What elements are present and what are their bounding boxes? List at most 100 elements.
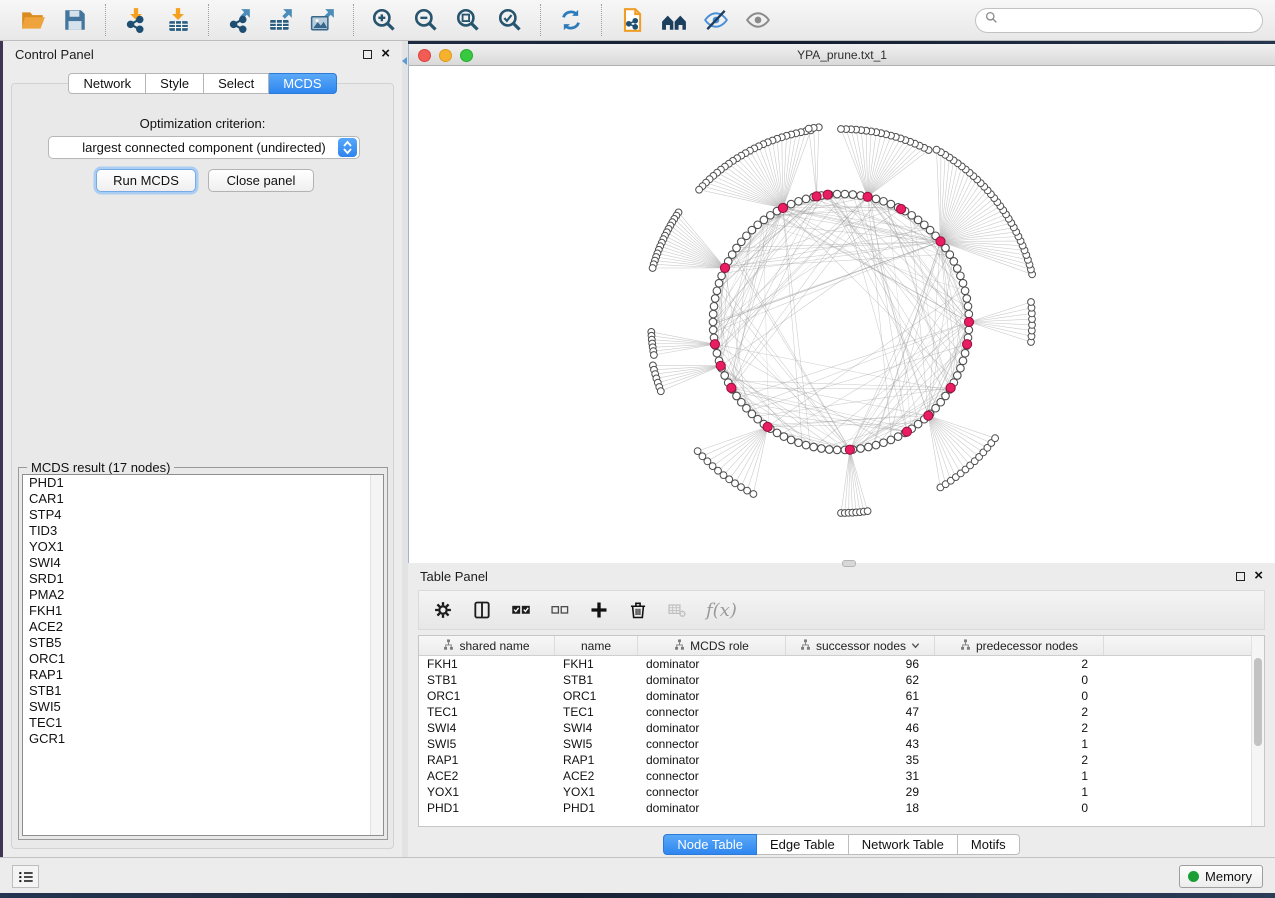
window-maximize-icon[interactable] — [460, 49, 473, 62]
cell-name: ACE2 — [555, 769, 638, 783]
mcds-result-node[interactable]: STP4 — [23, 507, 383, 523]
export-network-icon[interactable] — [224, 5, 254, 35]
column-type-icon — [960, 639, 971, 653]
optimization-criterion-select[interactable]: largest connected component (undirected) — [48, 136, 360, 159]
float-table-panel-icon[interactable] — [1236, 572, 1245, 581]
new-network-from-selection-icon[interactable] — [617, 5, 647, 35]
tab-motifs[interactable]: Motifs — [958, 834, 1020, 855]
tab-style[interactable]: Style — [146, 73, 204, 94]
table-row[interactable]: PHD1PHD1dominator180 — [419, 800, 1264, 816]
save-session-icon[interactable] — [60, 5, 90, 35]
mcds-result-node[interactable]: YOX1 — [23, 539, 383, 555]
mcds-result-node[interactable]: PMA2 — [23, 587, 383, 603]
export-table-icon[interactable] — [266, 5, 296, 35]
mcds-result-node[interactable]: RAP1 — [23, 667, 383, 683]
zoom-selected-icon[interactable] — [495, 5, 525, 35]
table-row[interactable]: SWI4SWI4dominator462 — [419, 720, 1264, 736]
tab-network-table[interactable]: Network Table — [849, 834, 958, 855]
cell-MCDS-role: dominator — [638, 721, 786, 735]
mcds-result-node[interactable]: PHD1 — [23, 475, 383, 491]
column-header-name[interactable]: name — [555, 636, 638, 655]
search-input[interactable] — [1004, 13, 1253, 27]
deselect-all-icon[interactable] — [550, 600, 570, 620]
mcds-result-node[interactable]: GCR1 — [23, 731, 383, 747]
cell-shared-name: ACE2 — [419, 769, 555, 783]
toolbar-separator — [540, 4, 541, 36]
close-panel-button[interactable]: Close panel — [208, 169, 314, 192]
tab-node-table[interactable]: Node Table — [663, 834, 757, 855]
close-table-panel-icon[interactable]: × — [1254, 570, 1263, 582]
import-network-icon[interactable] — [121, 5, 151, 35]
memory-button[interactable]: Memory — [1179, 865, 1263, 888]
horizontal-split-grip[interactable] — [842, 560, 856, 567]
table-row[interactable]: ORC1ORC1dominator610 — [419, 688, 1264, 704]
function-builder-icon[interactable]: f(x) — [706, 600, 737, 621]
mcds-result-node[interactable]: STB5 — [23, 635, 383, 651]
hide-selected-icon[interactable] — [701, 5, 731, 35]
cell-name: SWI4 — [555, 721, 638, 735]
mcds-result-node[interactable]: FKH1 — [23, 603, 383, 619]
select-all-icon[interactable] — [511, 600, 531, 620]
window-close-icon[interactable] — [418, 49, 431, 62]
tab-select[interactable]: Select — [204, 73, 269, 94]
column-label: name — [581, 639, 611, 653]
search-box[interactable] — [975, 8, 1263, 33]
task-history-button[interactable] — [12, 865, 39, 888]
cell-predecessor-nodes: 2 — [935, 721, 1104, 735]
import-table-icon[interactable] — [163, 5, 193, 35]
cell-successor-nodes: 29 — [786, 785, 935, 799]
mcds-result-node[interactable]: SWI4 — [23, 555, 383, 571]
desktop-wallpaper-strip — [0, 893, 1275, 898]
table-row[interactable]: YOX1YOX1connector291 — [419, 784, 1264, 800]
toolbar-separator — [601, 4, 602, 36]
column-header-MCDS-role[interactable]: MCDS role — [638, 636, 786, 655]
run-mcds-button[interactable]: Run MCDS — [96, 169, 196, 192]
close-panel-icon[interactable]: × — [381, 48, 390, 60]
zoom-in-icon[interactable] — [369, 5, 399, 35]
window-minimize-icon[interactable] — [439, 49, 452, 62]
tab-edge-table[interactable]: Edge Table — [757, 834, 849, 855]
zoom-out-icon[interactable] — [411, 5, 441, 35]
add-column-icon[interactable] — [589, 600, 609, 620]
delete-table-icon[interactable] — [667, 600, 687, 620]
show-all-icon[interactable] — [743, 5, 773, 35]
mcds-result-node[interactable]: CAR1 — [23, 491, 383, 507]
first-neighbors-icon[interactable] — [659, 5, 689, 35]
mcds-result-node[interactable]: SWI5 — [23, 699, 383, 715]
result-scrollbar[interactable] — [370, 475, 383, 835]
table-panel: Table Panel × f(x) shared namenameMCDS r… — [408, 563, 1275, 858]
table-row[interactable]: STB1STB1dominator620 — [419, 672, 1264, 688]
mcds-result-node[interactable]: ORC1 — [23, 651, 383, 667]
table-scrollbar[interactable] — [1251, 636, 1264, 826]
delete-column-icon[interactable] — [628, 600, 648, 620]
network-canvas[interactable] — [409, 66, 1275, 563]
mcds-result-node[interactable]: SRD1 — [23, 571, 383, 587]
refresh-icon[interactable] — [556, 5, 586, 35]
mcds-result-node[interactable]: ACE2 — [23, 619, 383, 635]
column-header-predecessor-nodes[interactable]: predecessor nodes — [935, 636, 1104, 655]
tab-network[interactable]: Network — [68, 73, 146, 94]
cell-name: STB1 — [555, 673, 638, 687]
column-header-shared-name[interactable]: shared name — [419, 636, 555, 655]
cell-shared-name: FKH1 — [419, 657, 555, 671]
column-header-successor-nodes[interactable]: successor nodes — [786, 636, 935, 655]
mcds-result-node[interactable]: TEC1 — [23, 715, 383, 731]
export-image-icon[interactable] — [308, 5, 338, 35]
mcds-result-node[interactable]: STB1 — [23, 683, 383, 699]
tab-mcds[interactable]: MCDS — [269, 73, 336, 94]
scrollbar-thumb[interactable] — [1254, 658, 1262, 746]
table-settings-icon[interactable] — [433, 600, 453, 620]
mcds-result-node[interactable]: TID3 — [23, 523, 383, 539]
collapse-divider-icon[interactable] — [402, 57, 407, 65]
table-row[interactable]: FKH1FKH1dominator962 — [419, 656, 1264, 672]
table-row[interactable]: SWI5SWI5connector431 — [419, 736, 1264, 752]
cell-successor-nodes: 43 — [786, 737, 935, 751]
network-title: YPA_prune.txt_1 — [797, 48, 887, 62]
open-file-icon[interactable] — [18, 5, 48, 35]
show-column-icon[interactable] — [472, 600, 492, 620]
table-row[interactable]: RAP1RAP1dominator352 — [419, 752, 1264, 768]
float-panel-icon[interactable] — [363, 50, 372, 59]
table-row[interactable]: TEC1TEC1connector472 — [419, 704, 1264, 720]
table-row[interactable]: ACE2ACE2connector311 — [419, 768, 1264, 784]
zoom-fit-icon[interactable] — [453, 5, 483, 35]
